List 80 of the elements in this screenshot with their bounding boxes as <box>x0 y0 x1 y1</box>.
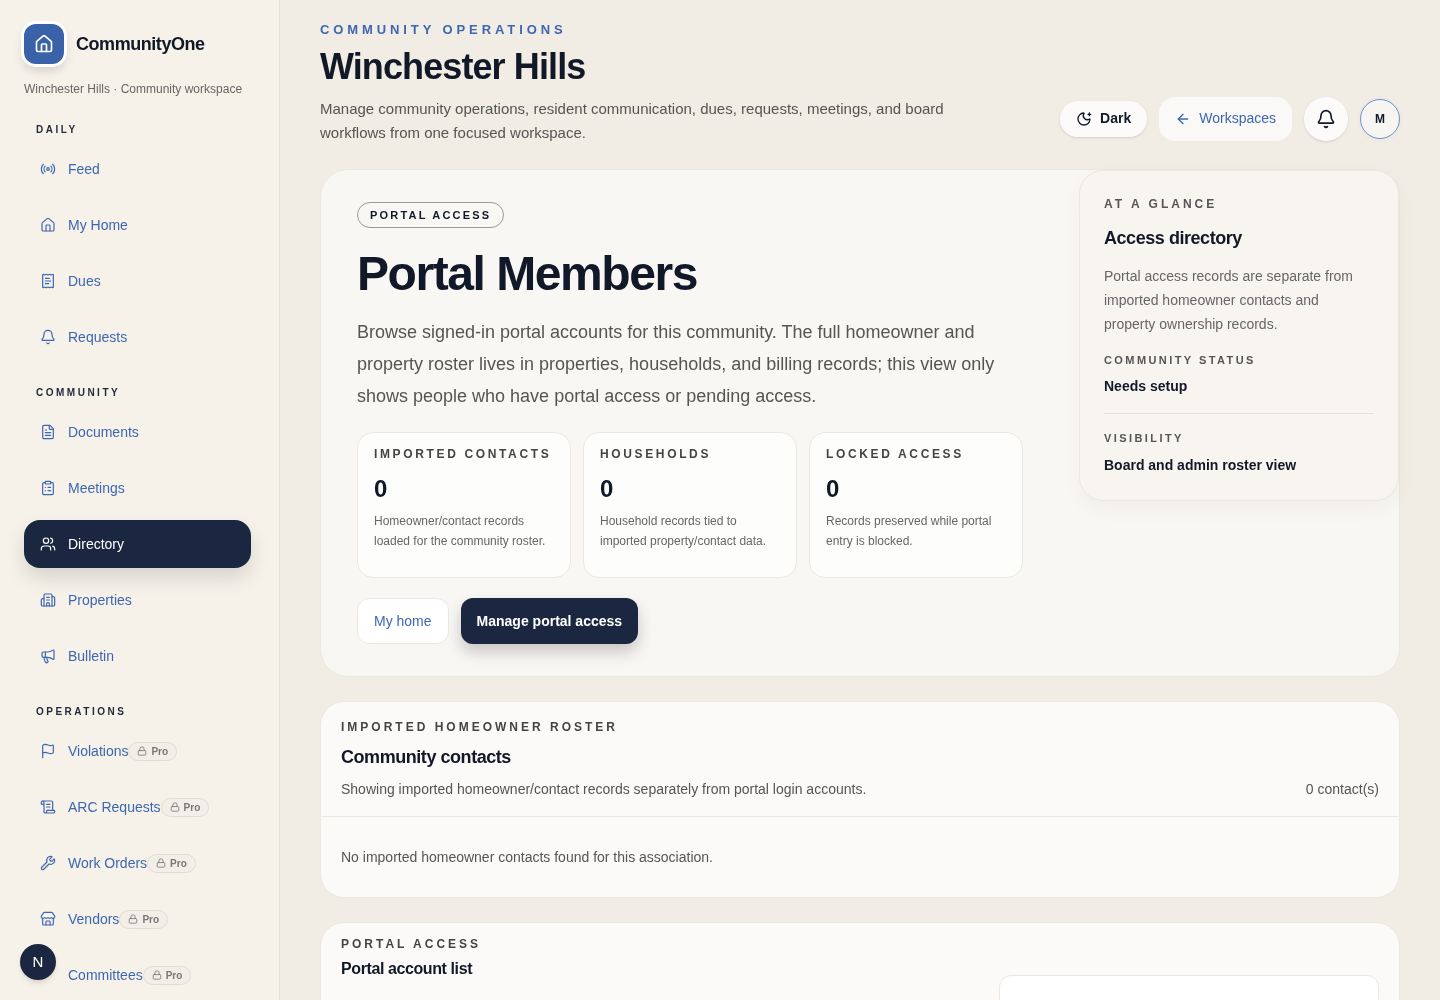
section-heading: COMMUNITY <box>35 386 122 400</box>
avatar[interactable]: M <box>1360 98 1400 139</box>
receipt-icon <box>40 273 56 289</box>
hero-title: Portal Members <box>357 246 698 302</box>
section-eyebrow: PORTAL ACCESS <box>341 936 482 953</box>
bell-icon <box>40 329 56 345</box>
section-heading: OPERATIONS <box>35 705 128 719</box>
page-title: Winchester Hills <box>320 44 587 89</box>
theme-button[interactable]: Dark <box>1060 100 1148 137</box>
pro-badge: Pro <box>147 853 196 873</box>
flag-icon <box>40 743 56 759</box>
sidebar-item[interactable]: Meetings <box>68 477 125 499</box>
logo-icon <box>24 24 64 64</box>
pro-badge: Pro <box>119 909 169 929</box>
sidebar-item[interactable]: Committees <box>68 964 143 986</box>
fact-label: COMMUNITY STATUS <box>1104 352 1257 368</box>
stat-label: LOCKED ACCESS <box>826 446 965 463</box>
profile-badge[interactable]: N <box>20 944 56 980</box>
wrench-icon <box>40 855 56 871</box>
stat-label: IMPORTED CONTACTS <box>374 446 553 463</box>
fact-label: VISIBILITY <box>1104 431 1185 446</box>
section-description: Showing imported homeowner/contact records separately from portal login accounts. <box>341 780 867 799</box>
moon-icon <box>1076 110 1093 127</box>
my-home-button[interactable]: My home <box>357 598 449 644</box>
sidebar-item[interactable]: Directory <box>24 520 251 568</box>
stat-label: HOUSEHOLDS <box>600 446 713 463</box>
building-icon <box>40 592 56 608</box>
glance-title: Access directory <box>1104 226 1243 250</box>
sidebar-item[interactable]: Properties <box>68 589 132 611</box>
manage-access-button[interactable]: Manage portal access <box>460 598 639 644</box>
contact-count: 0 contact(s) <box>1305 780 1379 799</box>
sidebar-item[interactable]: ARC Requests <box>68 796 161 818</box>
workspace-subtitle: Winchester Hills · Community workspace <box>24 81 244 98</box>
sidebar-item[interactable]: Vendors <box>68 908 120 930</box>
section-title: Portal account list <box>341 959 474 979</box>
users-icon <box>40 536 56 552</box>
lock-icon <box>156 858 167 868</box>
lock-icon <box>151 970 162 980</box>
sidebar-item[interactable]: Work Orders <box>68 852 148 874</box>
pro-badge: Pro <box>142 965 192 985</box>
radio-icon <box>40 161 56 177</box>
section-heading: DAILY <box>35 123 79 137</box>
sidebar-item[interactable]: Requests <box>68 326 128 348</box>
notifications-button[interactable] <box>1304 96 1348 141</box>
page-description: Manage community operations, resident communication, dues, requests, meetings, and board workflows from one focused workspace. <box>320 98 945 143</box>
lock-icon <box>128 914 139 924</box>
lock-icon <box>137 746 148 756</box>
stat-note: Records preserved while portal entry is blocked. <box>826 513 993 550</box>
sidebar-item[interactable]: Dues <box>68 270 101 292</box>
stat-note: Homeowner/contact records loaded for the community roster. <box>374 513 547 550</box>
empty-message: No imported homeowner contacts found for this association. <box>341 849 713 865</box>
clipboard-icon <box>40 480 56 496</box>
bell-icon <box>1316 108 1336 129</box>
hero-description: Browse signed-in portal accounts for this community. The full homeowner and property roster lives in properties, households, and billing records; this view only shows people who have portal access or pending access. <box>357 321 996 408</box>
section-title: Community contacts <box>341 746 512 769</box>
sidebar-item[interactable]: Violations <box>68 740 129 762</box>
glance-description: Portal access records are separate from imported homeowner contacts and property ownership records. <box>1104 266 1354 334</box>
store-icon <box>40 911 56 927</box>
glance-eyebrow: AT A GLANCE <box>1104 195 1219 213</box>
pro-badge: Pro <box>160 797 210 817</box>
sidebar-item[interactable]: Feed <box>68 158 100 180</box>
sidebar-item[interactable]: Bulletin <box>68 645 114 667</box>
document-icon <box>40 424 56 440</box>
stat-value: 0 <box>826 474 841 504</box>
section-eyebrow: IMPORTED HOMEOWNER ROSTER <box>341 719 619 736</box>
page-eyebrow: COMMUNITY OPERATIONS <box>320 21 568 39</box>
stat-value: 0 <box>600 474 615 504</box>
fact-value: Needs setup <box>1104 377 1189 396</box>
sidebar-item[interactable]: Documents <box>68 421 139 443</box>
home-icon <box>40 217 56 233</box>
scroll-icon <box>40 799 56 815</box>
brand-name: CommunityOne <box>76 32 205 56</box>
pro-badge: Pro <box>128 741 178 761</box>
stat-note: Household records tied to imported property/contact data. <box>600 513 768 550</box>
stat-value: 0 <box>374 474 389 504</box>
lock-icon <box>169 802 180 812</box>
fact-value: Board and admin roster view <box>1104 455 1298 475</box>
megaphone-icon <box>40 648 56 664</box>
workspaces-button[interactable]: Workspaces <box>1159 96 1292 141</box>
sidebar-item[interactable]: My Home <box>68 214 128 236</box>
